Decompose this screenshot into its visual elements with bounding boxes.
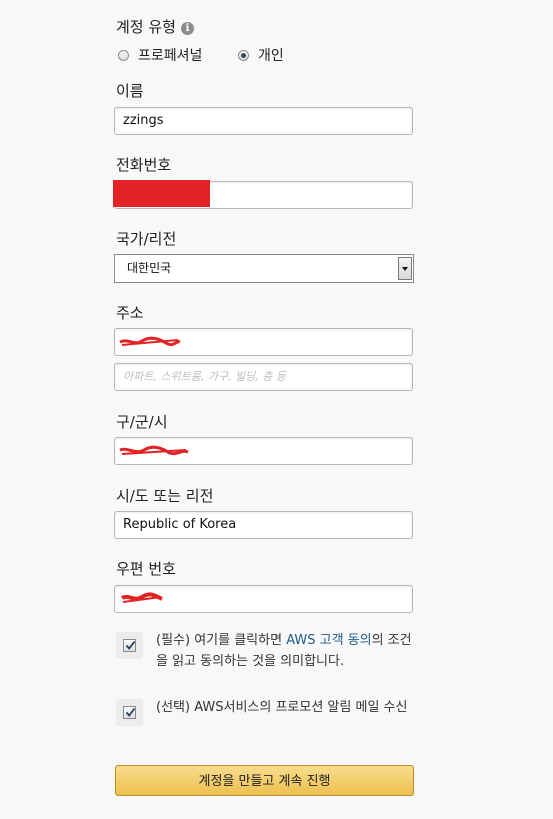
- address-label: 주소: [116, 304, 144, 322]
- dropdown-arrow-icon[interactable]: [398, 257, 412, 280]
- radio-professional-label: 프로페셔널: [138, 48, 203, 64]
- radio-personal-label: 개인: [258, 48, 284, 64]
- account-type-label: 계정 유형: [116, 18, 176, 36]
- info-icon[interactable]: i: [180, 22, 194, 35]
- country-selected-value: 대한민국: [127, 261, 172, 275]
- postal-redaction: [120, 592, 163, 603]
- aws-customer-agreement-link[interactable]: AWS 고객 동의: [286, 633, 371, 648]
- country-label: 국가/리전: [116, 230, 177, 248]
- country-select[interactable]: 대한민국: [114, 254, 414, 283]
- checkmark-icon: [125, 707, 136, 717]
- account-type-heading: 계정 유형 i: [116, 16, 194, 37]
- checkbox-icon[interactable]: [123, 639, 136, 652]
- postal-label: 우편 번호: [116, 560, 176, 578]
- promotions-text: (선택) AWS서비스의 프로모션 알림 메일 수신: [156, 700, 408, 715]
- radio-button-selected-icon[interactable]: [238, 50, 249, 61]
- agreement-text-before: (필수) 여기를 클릭하면: [156, 633, 287, 648]
- promotions-checkbox[interactable]: [116, 699, 143, 726]
- name-label: 이름: [116, 82, 144, 100]
- checkbox-icon[interactable]: [123, 706, 136, 719]
- radio-professional[interactable]: 프로페셔널: [118, 45, 202, 65]
- state-input[interactable]: Republic of Korea: [114, 511, 413, 539]
- radio-button-icon[interactable]: [118, 50, 129, 61]
- checkmark-icon: [125, 640, 136, 650]
- city-redaction: [119, 445, 189, 456]
- name-input[interactable]: zzings: [114, 107, 413, 135]
- phone-label: 전화번호: [116, 156, 172, 174]
- agreement-checkbox[interactable]: [116, 632, 143, 659]
- radio-personal[interactable]: 개인: [238, 45, 284, 65]
- phone-redaction: [113, 180, 210, 207]
- address-redaction: [119, 336, 181, 347]
- address-line2-input[interactable]: 아파트, 스위트룸, 가구, 빌딩, 층 등: [114, 363, 413, 391]
- create-account-button[interactable]: 계정을 만들고 계속 진행: [115, 765, 414, 796]
- state-label: 시/도 또는 리전: [116, 487, 214, 505]
- agreement-text: (필수) 여기를 클릭하면 AWS 고객 동의의 조건을 읽고 동의하는 것을 …: [156, 630, 421, 672]
- city-label: 구/군/시: [116, 413, 168, 431]
